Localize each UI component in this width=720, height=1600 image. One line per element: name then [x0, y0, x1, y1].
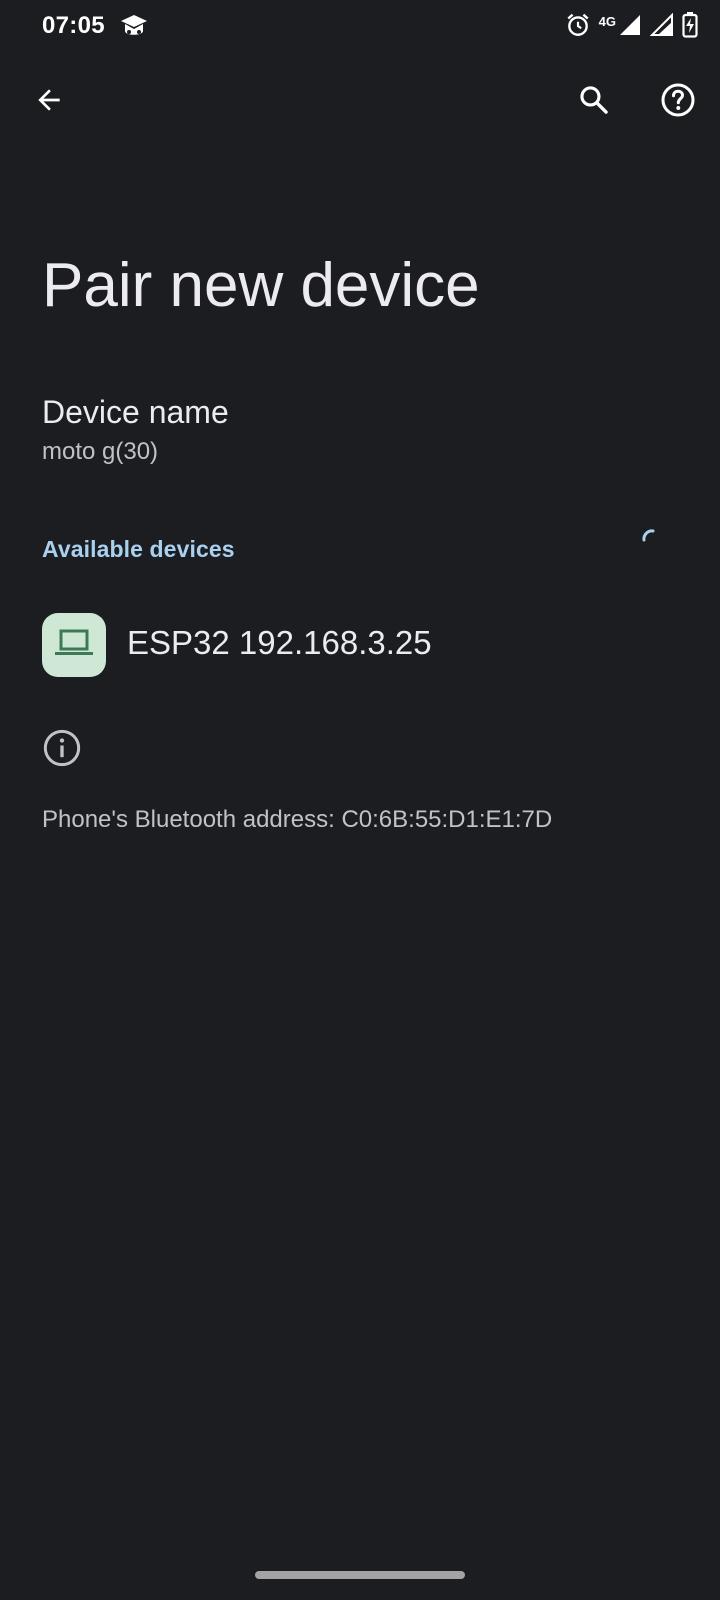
signal-icon	[618, 13, 642, 42]
alarm-icon	[565, 12, 591, 43]
bluetooth-address: Phone's Bluetooth address: C0:6B:55:D1:E…	[42, 806, 553, 833]
back-button[interactable]	[25, 78, 73, 126]
list-item[interactable]: ESP32 192.168.3.25	[0, 596, 720, 692]
help-button[interactable]	[654, 78, 702, 126]
laptop-icon	[53, 627, 95, 664]
search-icon	[577, 83, 611, 122]
device-name-title: Device name	[42, 394, 229, 430]
device-name-preference[interactable]: Device name moto g(30)	[0, 382, 720, 482]
screen: 07:05 4G Pair new device Device name mot…	[0, 0, 720, 1600]
available-devices-header: Available devices	[42, 536, 235, 562]
back-arrow-icon	[33, 84, 65, 121]
battery-charging-icon	[682, 11, 698, 43]
app-bar	[0, 70, 720, 134]
status-icons: 4G	[565, 11, 698, 43]
network-type-label: 4G	[598, 13, 616, 29]
info-icon	[42, 728, 82, 768]
device-label: ESP32 192.168.3.25	[127, 624, 432, 661]
loading-spinner-icon	[640, 528, 660, 548]
status-time: 07:05	[42, 12, 105, 39]
search-button[interactable]	[570, 78, 618, 126]
status-bar: 07:05 4G	[0, 0, 720, 56]
device-name-value: moto g(30)	[42, 438, 159, 465]
help-icon	[660, 82, 696, 123]
app-notification-icon	[118, 12, 150, 42]
device-icon-container	[42, 613, 106, 677]
page-title: Pair new device	[42, 251, 480, 320]
signal-icon-secondary	[649, 12, 674, 42]
navigation-handle[interactable]	[255, 1571, 465, 1579]
